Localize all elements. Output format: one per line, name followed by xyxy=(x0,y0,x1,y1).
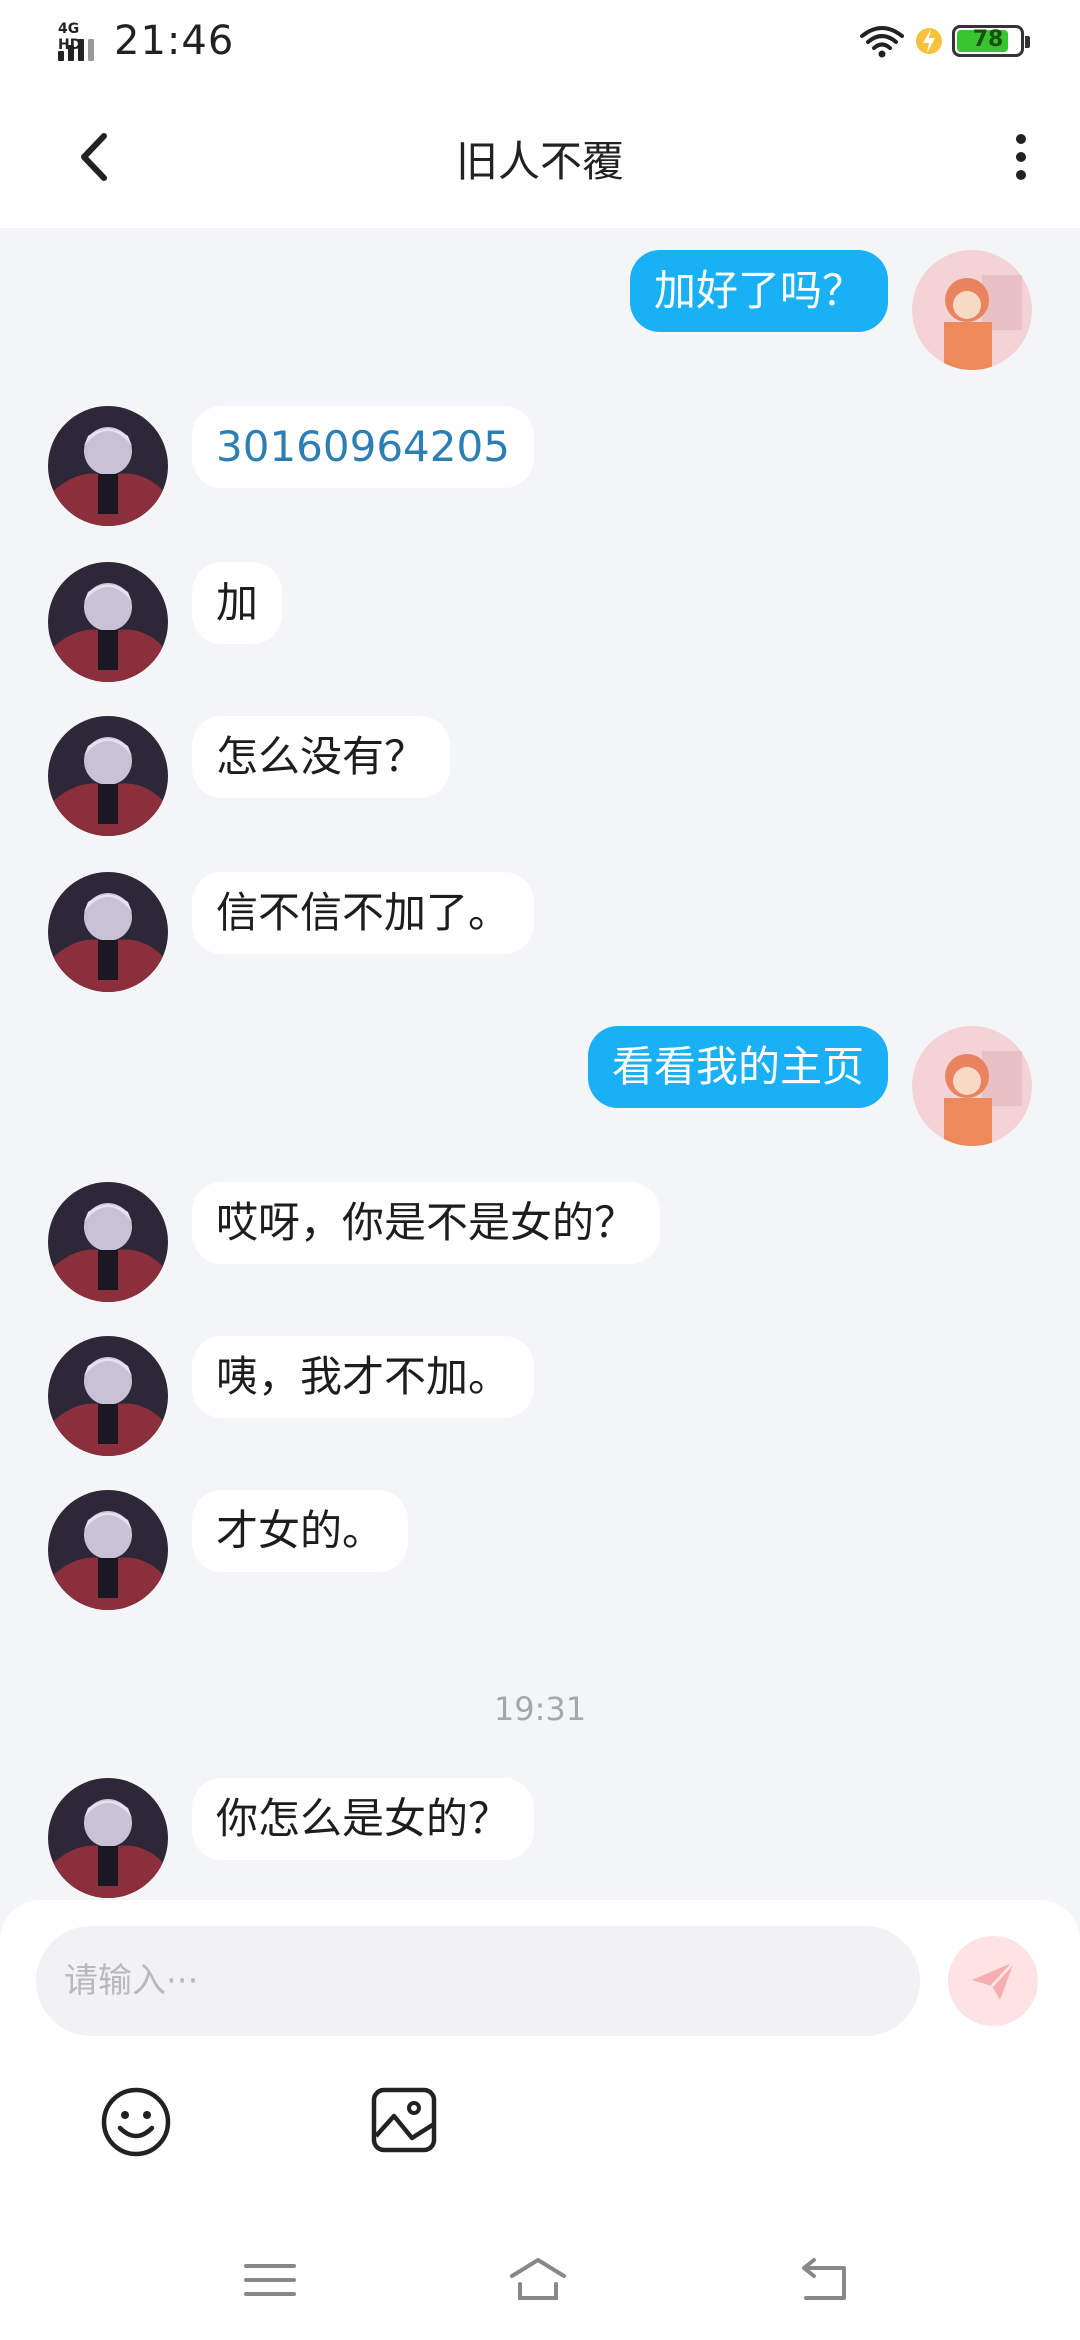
contact-avatar[interactable] xyxy=(48,716,168,836)
status-bar: 4G HD 21:46 78 xyxy=(0,0,1080,86)
chat-title: 旧人不覆 xyxy=(455,137,624,186)
my-avatar[interactable] xyxy=(912,1026,1032,1146)
wifi-icon xyxy=(860,26,904,58)
message-bubble[interactable]: 怎么没有？ xyxy=(192,716,451,798)
more-vertical-icon[interactable] xyxy=(986,122,1056,192)
send-icon xyxy=(972,1960,1016,2000)
message-bubble[interactable]: 咦，我才不加。 xyxy=(192,1336,535,1418)
message-bubble[interactable]: 哎呀，你是不是女的？ xyxy=(192,1182,661,1264)
message-incoming: 咦，我才不加。 xyxy=(48,1336,535,1456)
contact-avatar[interactable] xyxy=(48,406,168,526)
system-nav-bar xyxy=(0,2220,1080,2340)
menu-icon[interactable] xyxy=(240,2254,300,2306)
message-incoming: 加 xyxy=(48,562,283,682)
message-timestamp: 19:31 xyxy=(493,1690,587,1728)
contact-avatar[interactable] xyxy=(48,1336,168,1456)
my-avatar[interactable] xyxy=(912,250,1032,370)
message-incoming: 哎呀，你是不是女的？ xyxy=(48,1182,661,1302)
battery-level: 78 xyxy=(972,27,1004,52)
charging-icon xyxy=(916,28,942,54)
message-bubble[interactable]: 看看我的主页 xyxy=(587,1026,888,1108)
message-outgoing: 加好了吗？ xyxy=(629,250,1032,370)
back-icon[interactable] xyxy=(792,2254,852,2306)
contact-avatar[interactable] xyxy=(48,1490,168,1610)
contact-avatar[interactable] xyxy=(48,872,168,992)
message-bubble[interactable]: 加 xyxy=(192,562,283,644)
message-outgoing: 看看我的主页 xyxy=(587,1026,1032,1146)
contact-avatar[interactable] xyxy=(48,1182,168,1302)
send-button[interactable] xyxy=(948,1936,1038,2026)
message-input[interactable] xyxy=(36,1926,920,2036)
message-incoming: 信不信不加了。 xyxy=(48,872,535,992)
status-time: 21:46 xyxy=(114,18,235,64)
message-bubble[interactable]: 才女的。 xyxy=(192,1490,409,1572)
message-bubble[interactable]: 信不信不加了。 xyxy=(192,872,535,954)
message-bubble[interactable]: 你怎么是女的？ xyxy=(192,1778,535,1860)
signal-icon: 4G HD xyxy=(58,21,104,61)
contact-avatar[interactable] xyxy=(48,1778,168,1898)
image-icon[interactable] xyxy=(370,2086,438,2154)
message-incoming: 你怎么是女的？ xyxy=(48,1778,535,1898)
message-incoming: 怎么没有？ xyxy=(48,716,451,836)
contact-avatar[interactable] xyxy=(48,562,168,682)
chat-screen: 4G HD 21:46 78 xyxy=(0,0,1080,2340)
message-bubble[interactable]: 30160964205 xyxy=(192,406,534,488)
chat-header: 旧人不覆 xyxy=(0,86,1080,228)
message-incoming: 才女的。 xyxy=(48,1490,409,1610)
message-incoming: 30160964205 xyxy=(48,406,534,526)
message-bubble[interactable]: 加好了吗？ xyxy=(629,250,888,332)
emoji-icon[interactable] xyxy=(100,2086,172,2158)
battery-icon: 78 xyxy=(952,25,1030,57)
home-icon[interactable] xyxy=(508,2254,568,2306)
